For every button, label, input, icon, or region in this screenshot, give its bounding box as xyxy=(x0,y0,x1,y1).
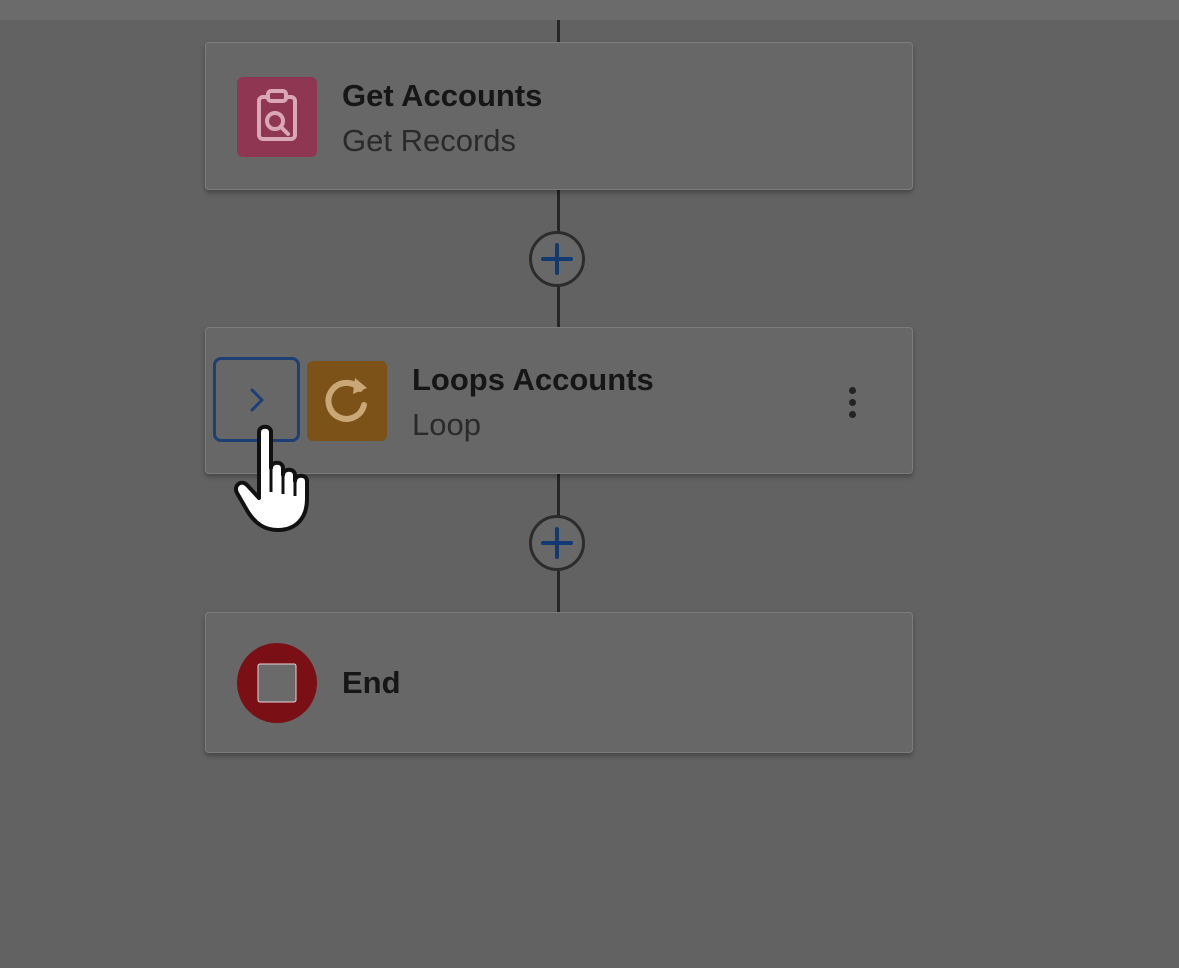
node-type-label: Get Records xyxy=(342,123,517,158)
node-title: Get Accounts xyxy=(342,78,543,113)
end-stop-icon xyxy=(237,643,317,723)
flow-canvas: Get Accounts Get Records Loops Accounts … xyxy=(0,0,1179,968)
add-element-button[interactable] xyxy=(529,515,585,571)
flow-node-get-accounts[interactable]: Get Accounts Get Records xyxy=(205,42,913,190)
flow-node-end[interactable]: End xyxy=(205,612,913,753)
node-title: End xyxy=(342,665,401,700)
plus-icon xyxy=(541,243,573,275)
hand-pointer-icon xyxy=(234,424,309,532)
canvas-top-bar xyxy=(0,0,1179,20)
connector-line xyxy=(557,20,560,42)
node-title: Loops Accounts xyxy=(412,362,654,397)
plus-icon xyxy=(541,527,573,559)
node-type-label: Loop xyxy=(412,407,481,442)
add-element-button[interactable] xyxy=(529,231,585,287)
more-vertical-icon[interactable] xyxy=(841,383,865,423)
get-records-icon xyxy=(237,77,317,157)
